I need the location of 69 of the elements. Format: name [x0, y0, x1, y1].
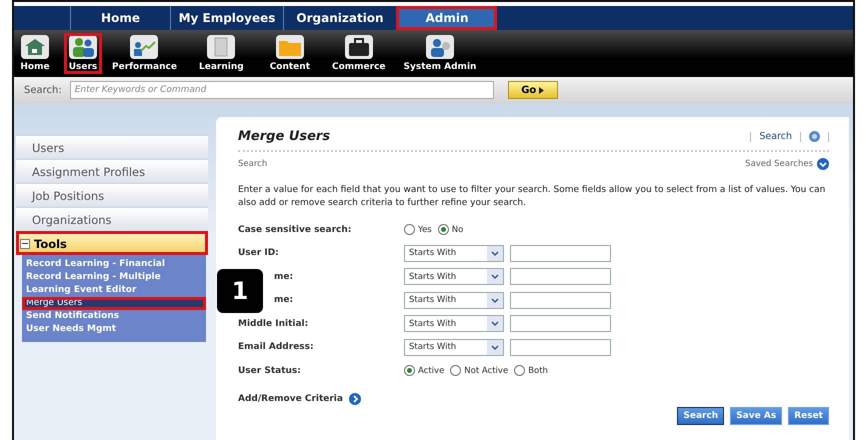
search-label: Search:	[24, 84, 62, 96]
chevron-down-icon[interactable]	[487, 292, 503, 308]
field-label: me:	[274, 272, 294, 282]
toolbar-button[interactable]: Commerce	[328, 33, 390, 74]
operator-dropdown[interactable]: Starts With	[404, 244, 504, 262]
submenu-item[interactable]: Learning Event Editor	[22, 284, 206, 297]
saved-searches-link[interactable]: Saved Searches	[745, 159, 813, 169]
sidebar-tab[interactable]: Users	[16, 135, 208, 159]
radio-option[interactable]: Both	[514, 365, 548, 376]
action-button[interactable]: Save As	[730, 406, 782, 424]
add-remove-criteria-link[interactable]: Add/Remove Criteria	[238, 394, 343, 404]
action-button[interactable]: Search	[677, 406, 724, 424]
house-icon	[20, 35, 50, 59]
submenu-item[interactable]: User Needs Mgmt	[22, 323, 206, 336]
search-link[interactable]: Search	[759, 131, 792, 142]
input-field[interactable]	[510, 292, 611, 309]
people-icon	[68, 35, 98, 59]
field-label: User ID:	[238, 248, 279, 258]
field-label: me:	[274, 295, 294, 306]
go-button[interactable]: Go	[508, 81, 558, 99]
instructions-text: Enter a value for each field that you want to use to filter your search. Some fields allow you to select from a list of values. You can also add or remove search criteria to further refine your search.	[238, 184, 826, 210]
input-field[interactable]	[510, 244, 611, 262]
input-field[interactable]	[510, 338, 611, 356]
radio-option[interactable]: Not Active	[450, 365, 508, 376]
toolbar-button[interactable]: Performance	[108, 33, 181, 74]
chevron-down-icon[interactable]	[487, 246, 503, 261]
chevron-down-icon[interactable]	[487, 340, 503, 355]
chevron-down-icon[interactable]	[487, 269, 503, 284]
action-button[interactable]: Reset	[788, 406, 829, 424]
expand-icon[interactable]	[817, 158, 829, 170]
sidebar-tab[interactable]: Organizations	[16, 207, 208, 231]
folder-icon	[274, 35, 305, 59]
chart-icon	[129, 35, 160, 59]
radio-option[interactable]: No	[438, 224, 464, 236]
help-icon[interactable]	[809, 131, 820, 142]
operator-dropdown[interactable]: Starts With	[404, 338, 504, 356]
person-icon	[424, 35, 455, 59]
sidebar-tab[interactable]: Job Positions	[16, 183, 208, 207]
play-icon	[539, 86, 544, 94]
search-field[interactable]: Enter Keywords or Command	[70, 81, 494, 99]
input-field[interactable]	[510, 315, 611, 332]
field-label: Email Address:	[238, 342, 314, 352]
toolbar-button[interactable]: System Admin	[400, 33, 480, 74]
radio-option[interactable]: Active	[404, 365, 444, 376]
field-label: Middle Initial:	[238, 318, 308, 329]
sidebar-tab[interactable]: Assignment Profiles	[16, 159, 208, 183]
input-field[interactable]	[510, 268, 611, 286]
page-title: Merge Users	[238, 129, 330, 144]
briefcase-icon	[344, 35, 374, 59]
toolbar-button[interactable]: Users	[64, 33, 102, 74]
field-label: User Status:	[238, 366, 301, 376]
sidebar-tab[interactable]: Tools	[16, 231, 208, 255]
collapse-icon[interactable]	[20, 238, 30, 248]
toolbar-button[interactable]: Learning	[194, 33, 248, 74]
submenu-item[interactable]: Record Learning - Multiple	[22, 271, 206, 284]
section-label: Search	[238, 159, 268, 169]
submenu-item[interactable]: Record Learning - Financial	[22, 258, 206, 271]
step-badge: 1	[217, 269, 263, 313]
submenu-item[interactable]: Send Notifications	[22, 310, 206, 323]
toolbar-button[interactable]: Home	[16, 33, 54, 74]
operator-dropdown[interactable]: Starts With	[404, 315, 504, 332]
toolbar-button[interactable]: Content	[266, 33, 314, 74]
operator-dropdown[interactable]: Starts With	[404, 292, 504, 309]
nav-tab[interactable]: Admin	[396, 6, 497, 30]
field-label: Case sensitive search:	[238, 224, 352, 235]
radio-option[interactable]: Yes	[404, 224, 432, 236]
operator-dropdown[interactable]: Starts With	[404, 268, 504, 286]
chevron-down-icon[interactable]	[487, 316, 503, 332]
page-icon	[206, 35, 236, 59]
